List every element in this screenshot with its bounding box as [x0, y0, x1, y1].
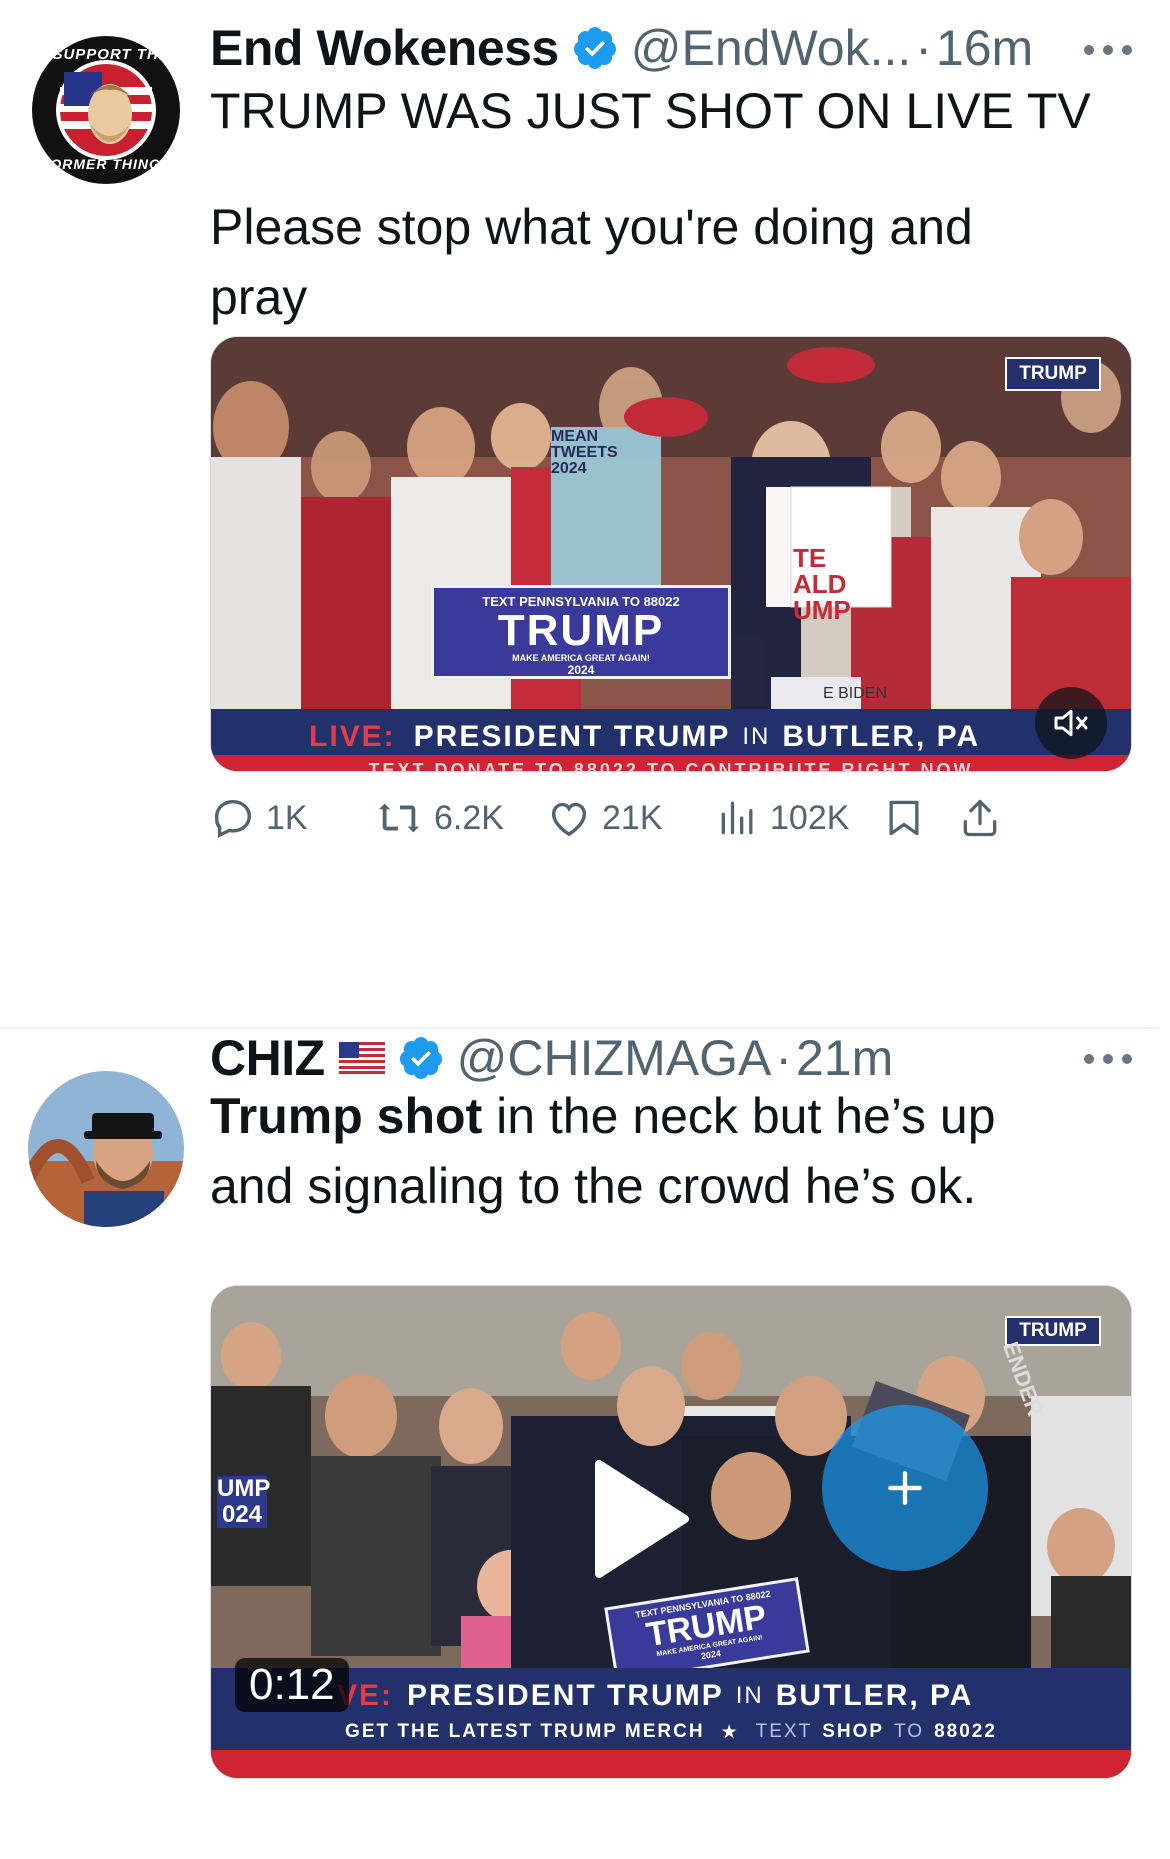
user-handle[interactable]: @CHIZMAGA [457, 1029, 772, 1087]
banner-in: IN [742, 723, 771, 750]
side-sign: TE ALD UMP [793, 543, 851, 625]
tweet-text: Trump shot in the neck but he’s up and s… [210, 1081, 1130, 1221]
banner-live-label: LIVE: [309, 720, 396, 753]
verified-badge-icon [573, 27, 616, 69]
play-icon [595, 1460, 689, 1578]
ticker-part-e: 88022 [934, 1721, 997, 1742]
like-icon [551, 802, 587, 837]
banner-place: BUTLER, PA [775, 1679, 974, 1712]
tweet-2[interactable]: CHIZ @CHIZMAGA · 21m Trump shot in the n… [0, 1029, 1170, 1859]
podium-sign-year: 2024 [567, 663, 595, 677]
bookmark-icon [889, 800, 919, 836]
banner-in: IN [735, 1682, 764, 1709]
ticker-part-c: SHOP [822, 1721, 885, 1742]
tweet-header: CHIZ @CHIZMAGA · 21m [210, 1028, 893, 1088]
left-sign: UMP 024 [217, 1475, 271, 1528]
views-button[interactable]: 102K [716, 795, 849, 841]
news-ticker: TEXT DONATE TO 88022 TO CONTRIBUTE RIGHT… [211, 755, 1131, 771]
mute-button[interactable] [1035, 687, 1107, 759]
banner-title: PRESIDENT TRUMP [407, 1679, 724, 1712]
verified-badge-icon [399, 1037, 442, 1079]
banner-place: BUTLER, PA [782, 720, 981, 753]
shirt-text: MEAN TWEETS 2024 [551, 428, 618, 477]
mute-icon [1054, 709, 1088, 737]
ticker-part-a: GET THE LATEST TRUMP MERCH [345, 1721, 705, 1742]
reply-button[interactable]: 1K [210, 795, 308, 841]
separator-dot: · [775, 1030, 792, 1086]
timestamp[interactable]: 16m [936, 19, 1033, 77]
video-timer: 0:12 [235, 1658, 349, 1712]
ticker-part-b: TEXT [755, 1721, 813, 1742]
share-icon [963, 799, 997, 837]
tweet-actions: 1K 6.2K 21K 102K [210, 788, 1140, 848]
video-frame [211, 337, 1131, 771]
banner-title: PRESIDENT TRUMP [413, 720, 731, 753]
biden-sign: E BIDEN [823, 685, 888, 702]
views-count: 102K [770, 798, 850, 837]
compose-icon [888, 1471, 922, 1505]
avatar-text-bottom: FORMER THINGS [40, 156, 172, 172]
user-handle[interactable]: @EndWok... [631, 19, 912, 77]
compose-button[interactable] [822, 1405, 988, 1571]
tweet-text-bold: Trump shot [210, 1088, 483, 1144]
tweet-text-body: Please stop what you're doing and pray [210, 199, 973, 325]
us-flag-icon [338, 1042, 385, 1074]
tweet-video[interactable]: TRUMP ENDER UMP 024 TEXT PENNSYLVANIA TO… [210, 1285, 1132, 1779]
avatar-text-top: I SUPPORT THE [42, 46, 170, 63]
like-count: 21K [602, 798, 663, 837]
podium-sign: TEXT PENNSYLVANIA TO 88022 TRUMP MAKE AM… [431, 585, 731, 679]
ticker-star: ★ [720, 1721, 740, 1743]
corner-logo: TRUMP [1005, 357, 1101, 391]
tweet-header: End Wokeness @EndWok... · 16m [210, 18, 1033, 78]
play-button[interactable] [585, 1454, 695, 1584]
tweet-text-line1: TRUMP WAS JUST SHOT ON LIVE TV [210, 83, 1091, 139]
views-icon [721, 801, 753, 835]
podium-sign-sub: MAKE AMERICA GREAT AGAIN! [512, 653, 650, 663]
more-icon[interactable] [1084, 40, 1132, 60]
more-icon[interactable] [1084, 1049, 1132, 1069]
avatar-end-wokeness[interactable]: I SUPPORT THE FORMER THINGS [28, 32, 184, 188]
podium-sign-main: TRUMP [497, 606, 665, 655]
repost-button[interactable]: 6.2K [374, 795, 504, 841]
repost-icon [378, 803, 420, 833]
ticker-part-d: TO [894, 1721, 925, 1742]
tweet-video[interactable]: MEAN TWEETS 2024 TE ALD UMP E BIDEN TEXT… [210, 336, 1132, 772]
separator-dot: · [915, 20, 932, 76]
avatar-chiz[interactable] [28, 1071, 184, 1227]
reply-icon [214, 799, 252, 839]
display-name[interactable]: End Wokeness [210, 19, 559, 77]
reply-count: 1K [266, 798, 308, 837]
like-button[interactable]: 21K [546, 795, 663, 841]
avatar-image [28, 1071, 184, 1227]
timestamp[interactable]: 21m [796, 1029, 893, 1087]
display-name[interactable]: CHIZ [210, 1029, 325, 1087]
share-button[interactable] [958, 795, 1012, 841]
tweet-1[interactable]: I SUPPORT THE FORMER THINGS End Wokeness… [0, 0, 1170, 1027]
ticker-red-strip [211, 1750, 1131, 1778]
repost-count: 6.2K [434, 798, 504, 837]
bookmark-button[interactable] [882, 795, 936, 841]
news-ticker: GET THE LATEST TRUMP MERCH ★ TEXT SHOP T… [211, 1714, 1131, 1750]
